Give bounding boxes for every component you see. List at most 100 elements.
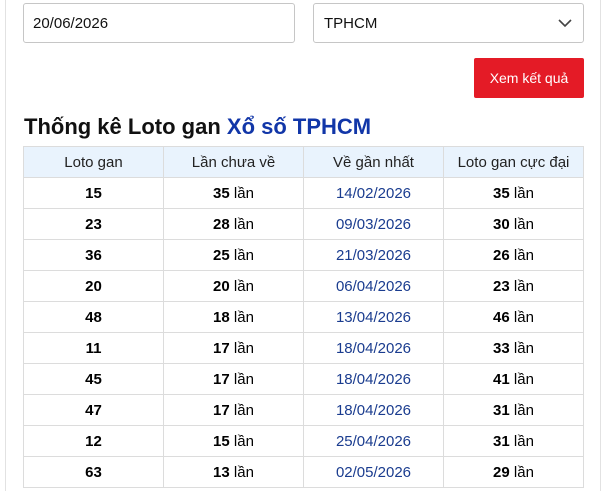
unit-label: lần	[233, 184, 254, 202]
max-gap: 30 lần	[443, 208, 584, 240]
last-appearance-date: 06/04/2026	[303, 270, 444, 302]
max-gap-value: 41	[493, 370, 510, 388]
province-select-value: TPHCM	[324, 14, 378, 32]
table-row: 15 35 lần 14/02/2026 35 lần	[23, 177, 584, 209]
unit-label: lần	[513, 401, 534, 419]
loto-number: 48	[23, 301, 164, 333]
missing-count-value: 17	[213, 370, 230, 388]
loto-number: 45	[23, 363, 164, 395]
chevron-down-icon	[557, 15, 573, 31]
max-gap-value: 26	[493, 246, 510, 264]
last-appearance-date: 21/03/2026	[303, 239, 444, 271]
table-row: 36 25 lần 21/03/2026 26 lần	[23, 239, 584, 271]
table-row: 63 13 lần 02/05/2026 29 lần	[23, 456, 584, 488]
column-header: Về gần nhất	[303, 146, 444, 178]
last-appearance-date: 25/04/2026	[303, 425, 444, 457]
missing-count-value: 15	[213, 432, 230, 450]
max-gap: 35 lần	[443, 177, 584, 209]
max-gap: 46 lần	[443, 301, 584, 333]
missing-count-value: 17	[213, 401, 230, 419]
table-row: 11 17 lần 18/04/2026 33 lần	[23, 332, 584, 364]
unit-label: lần	[233, 339, 254, 357]
loto-number: 12	[23, 425, 164, 457]
loto-number: 11	[23, 332, 164, 364]
missing-count: 18 lần	[163, 301, 304, 333]
page-title: Thống kê Loto gan Xổ số TPHCM	[24, 114, 371, 140]
max-gap: 26 lần	[443, 239, 584, 271]
unit-label: lần	[513, 277, 534, 295]
loto-gan-table: Loto gan Lần chưa về Về gần nhất Loto gan c…	[23, 146, 584, 488]
table-row: 12 15 lần 25/04/2026 31 lần	[23, 425, 584, 457]
max-gap: 41 lần	[443, 363, 584, 395]
max-gap-value: 31	[493, 432, 510, 450]
unit-label: lần	[233, 308, 254, 326]
missing-count: 20 lần	[163, 270, 304, 302]
last-appearance-date: 18/04/2026	[303, 332, 444, 364]
max-gap-value: 33	[493, 339, 510, 357]
unit-label: lần	[513, 432, 534, 450]
last-appearance-date: 13/04/2026	[303, 301, 444, 333]
loto-number: 36	[23, 239, 164, 271]
loto-number: 23	[23, 208, 164, 240]
table-row: 47 17 lần 18/04/2026 31 lần	[23, 394, 584, 426]
unit-label: lần	[233, 246, 254, 264]
column-header: Loto gan cực đại	[443, 146, 584, 178]
missing-count-value: 28	[213, 215, 230, 233]
unit-label: lần	[513, 184, 534, 202]
missing-count: 28 lần	[163, 208, 304, 240]
max-gap: 31 lần	[443, 394, 584, 426]
missing-count: 17 lần	[163, 394, 304, 426]
loto-number: 63	[23, 456, 164, 488]
max-gap-value: 29	[493, 463, 510, 481]
missing-count-value: 13	[213, 463, 230, 481]
missing-count: 15 lần	[163, 425, 304, 457]
max-gap-value: 23	[493, 277, 510, 295]
unit-label: lần	[233, 277, 254, 295]
missing-count: 17 lần	[163, 363, 304, 395]
missing-count-value: 35	[213, 184, 230, 202]
loto-number: 47	[23, 394, 164, 426]
province-select[interactable]: TPHCM	[313, 3, 584, 43]
missing-count-value: 25	[213, 246, 230, 264]
missing-count-value: 17	[213, 339, 230, 357]
unit-label: lần	[233, 432, 254, 450]
missing-count: 17 lần	[163, 332, 304, 364]
loto-number: 20	[23, 270, 164, 302]
max-gap-value: 30	[493, 215, 510, 233]
unit-label: lần	[233, 370, 254, 388]
max-gap-value: 46	[493, 308, 510, 326]
unit-label: lần	[513, 215, 534, 233]
unit-label: lần	[513, 246, 534, 264]
unit-label: lần	[233, 463, 254, 481]
unit-label: lần	[233, 401, 254, 419]
max-gap-value: 35	[493, 184, 510, 202]
max-gap: 23 lần	[443, 270, 584, 302]
unit-label: lần	[233, 215, 254, 233]
title-lottery-link[interactable]: Xổ số TPHCM	[227, 114, 371, 139]
column-header: Lần chưa về	[163, 146, 304, 178]
table-row: 45 17 lần 18/04/2026 41 lần	[23, 363, 584, 395]
max-gap: 29 lần	[443, 456, 584, 488]
last-appearance-date: 14/02/2026	[303, 177, 444, 209]
last-appearance-date: 18/04/2026	[303, 394, 444, 426]
missing-count-value: 18	[213, 308, 230, 326]
missing-count: 35 lần	[163, 177, 304, 209]
max-gap: 31 lần	[443, 425, 584, 457]
unit-label: lần	[513, 370, 534, 388]
last-appearance-date: 09/03/2026	[303, 208, 444, 240]
unit-label: lần	[513, 463, 534, 481]
missing-count: 13 lần	[163, 456, 304, 488]
loto-number: 15	[23, 177, 164, 209]
table-row: 23 28 lần 09/03/2026 30 lần	[23, 208, 584, 240]
date-input[interactable]	[23, 3, 295, 43]
last-appearance-date: 02/05/2026	[303, 456, 444, 488]
title-prefix: Thống kê Loto gan	[24, 114, 221, 139]
column-header: Loto gan	[23, 146, 164, 178]
view-results-button[interactable]: Xem kết quả	[474, 58, 584, 98]
max-gap-value: 31	[493, 401, 510, 419]
table-row: 48 18 lần 13/04/2026 46 lần	[23, 301, 584, 333]
missing-count: 25 lần	[163, 239, 304, 271]
last-appearance-date: 18/04/2026	[303, 363, 444, 395]
table-header-row: Loto gan Lần chưa về Về gần nhất Loto gan c…	[23, 146, 584, 178]
table-row: 20 20 lần 06/04/2026 23 lần	[23, 270, 584, 302]
